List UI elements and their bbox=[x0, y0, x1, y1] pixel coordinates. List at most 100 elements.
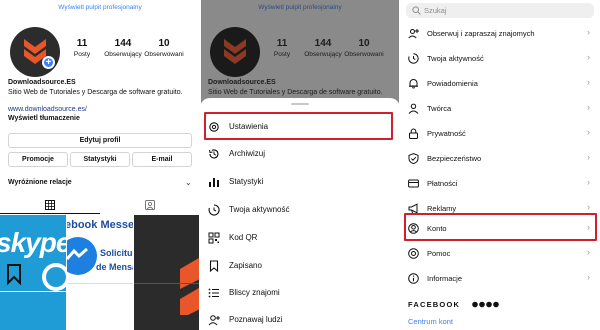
menu-item-label: Bliscy znajomi bbox=[229, 288, 280, 297]
chevron-right-icon: › bbox=[587, 202, 590, 212]
menu-item-insights[interactable]: Statystyki bbox=[200, 170, 400, 194]
menu-item-discover-people[interactable]: Poznawaj ludzi bbox=[200, 308, 400, 330]
menu-item-qr-code[interactable]: Kod QR bbox=[200, 226, 400, 250]
messenger-text-b: de Mensa bbox=[96, 262, 133, 272]
profile-bio: Sitio Web de Tutoriales y Descarga de so… bbox=[8, 89, 183, 96]
grid-icon bbox=[45, 200, 55, 210]
bookmark-icon bbox=[209, 260, 219, 272]
highlight-box bbox=[404, 213, 597, 241]
messenger-text-a: Solicitu bbox=[100, 248, 133, 258]
ghost-profile-bio: Sitio Web de Tutoriales y Descarga de so… bbox=[208, 89, 383, 96]
profile-name: Downloadsource.ES bbox=[8, 79, 76, 86]
ghost-top-link: Wyświetl pulpit profesjonalny bbox=[258, 4, 342, 11]
ghost-following-label: Obserwowani bbox=[344, 51, 384, 58]
settings-item-label: Obserwuj i zapraszaj znajomych bbox=[427, 29, 535, 38]
settings-item-creator[interactable]: Twórca › bbox=[400, 96, 600, 121]
professional-dashboard-link[interactable]: Wyświetl pulpit profesjonalny bbox=[0, 4, 200, 11]
chevron-right-icon: › bbox=[587, 152, 590, 162]
avatar[interactable] bbox=[10, 27, 60, 77]
post-thumbnail-messenger[interactable]: ebook Messe Solicitu de Mensa bbox=[67, 215, 133, 330]
grid-divider bbox=[66, 215, 67, 330]
ghost-profile-name: Downloadsource.ES bbox=[208, 79, 276, 86]
tab-grid[interactable] bbox=[0, 196, 100, 214]
qr-code-icon bbox=[208, 232, 220, 244]
settings-item-label: Powiadomienia bbox=[427, 79, 478, 88]
settings-item-follow-invite[interactable]: Obserwuj i zapraszaj znajomych › bbox=[400, 21, 600, 46]
settings-item-help[interactable]: Pomoc › bbox=[400, 241, 600, 266]
logo-fragment-icon bbox=[180, 257, 200, 315]
menu-item-close-friends[interactable]: Bliscy znajomi bbox=[200, 281, 400, 305]
story-highlights-label[interactable]: Wyróżnione relacje bbox=[8, 179, 72, 186]
following-label: Obserwowani bbox=[144, 51, 184, 58]
settings-item-label: Bezpieczeństwo bbox=[427, 154, 482, 163]
chevron-right-icon: › bbox=[587, 102, 590, 112]
logo-chevron-icon bbox=[224, 39, 246, 64]
menu-item-label: Kod QR bbox=[229, 233, 258, 242]
settings-item-about[interactable]: Informacje › bbox=[400, 266, 600, 291]
insights-button[interactable]: Statystyki bbox=[70, 152, 130, 167]
promotions-button[interactable]: Promocje bbox=[8, 152, 68, 167]
archive-icon bbox=[209, 149, 219, 159]
menu-item-archive[interactable]: Archiwizuj bbox=[200, 142, 400, 166]
settings-item-privacy[interactable]: Prywatność › bbox=[400, 121, 600, 146]
messenger-title-text: ebook Messe bbox=[67, 219, 133, 231]
activity-icon bbox=[208, 204, 220, 216]
help-icon bbox=[408, 248, 419, 259]
discover-people-icon bbox=[208, 315, 220, 326]
translate-link[interactable]: Wyświetl tłumaczenie bbox=[8, 115, 80, 122]
ghost-avatar bbox=[210, 27, 260, 77]
tagged-icon bbox=[145, 200, 155, 210]
following-count: 10 bbox=[158, 38, 170, 49]
profile-website-link[interactable]: www.downloadsource.es/ bbox=[8, 106, 87, 113]
grid-line bbox=[0, 291, 66, 292]
chevron-right-icon: › bbox=[587, 52, 590, 62]
insights-icon bbox=[209, 178, 219, 187]
chevron-down-icon[interactable]: ⌄ bbox=[185, 178, 192, 187]
accounts-center-link[interactable]: Centrum kont bbox=[408, 317, 453, 326]
settings-item-security[interactable]: Bezpieczeństwo › bbox=[400, 146, 600, 171]
sheet-grab-handle[interactable] bbox=[291, 103, 309, 105]
highlight-box bbox=[204, 112, 393, 140]
menu-item-label: Poznawaj ludzi bbox=[229, 315, 283, 324]
email-button[interactable]: E-mail bbox=[132, 152, 192, 167]
skype-logo-inner bbox=[46, 267, 66, 287]
shield-icon bbox=[408, 153, 419, 164]
edit-profile-button[interactable]: Edytuj profil bbox=[8, 133, 192, 148]
info-icon bbox=[408, 273, 419, 284]
settings-item-label: Płatności bbox=[427, 179, 458, 188]
messenger-bolt-icon bbox=[67, 247, 88, 260]
chevron-right-icon: › bbox=[587, 77, 590, 87]
settings-item-activity[interactable]: Twoja aktywność › bbox=[400, 46, 600, 71]
settings-item-label: Reklamy bbox=[427, 204, 457, 213]
bell-icon bbox=[409, 79, 418, 89]
following-stat[interactable]: 10 Obserwowani bbox=[139, 38, 189, 58]
search-input[interactable]: Szukaj bbox=[424, 6, 447, 15]
profile-panel: Wyświetl pulpit profesjonalny + 11 Posty… bbox=[0, 0, 200, 330]
tab-tagged[interactable] bbox=[100, 196, 200, 214]
chevron-right-icon: › bbox=[587, 247, 590, 257]
settings-item-label: Pomoc bbox=[427, 249, 451, 258]
settings-item-label: Informacje bbox=[427, 274, 463, 283]
settings-item-payments[interactable]: Płatności › bbox=[400, 171, 600, 196]
menu-item-saved[interactable]: Zapisano bbox=[200, 254, 400, 278]
settings-item-notifications[interactable]: Powiadomienia › bbox=[400, 71, 600, 96]
post-thumbnail-logo[interactable] bbox=[134, 215, 200, 330]
search-icon bbox=[412, 6, 421, 15]
menu-panel: Wyświetl pulpit profesjonalny 11 Posty 1… bbox=[200, 0, 400, 330]
grid-line bbox=[134, 283, 200, 284]
menu-item-activity[interactable]: Twoja aktywność bbox=[200, 198, 400, 222]
meta-apps-icons bbox=[472, 301, 502, 310]
search-bar[interactable]: Szukaj bbox=[406, 3, 594, 18]
post-thumbnail-skype[interactable]: skype bbox=[0, 215, 66, 330]
chevron-right-icon: › bbox=[587, 27, 590, 37]
logo-chevron-icon bbox=[24, 39, 46, 64]
close-friends-icon bbox=[208, 288, 219, 298]
add-story-icon[interactable]: + bbox=[42, 56, 55, 69]
ghost-following-count: 10 bbox=[358, 38, 370, 49]
app-logos-icon bbox=[472, 301, 499, 308]
menu-item-label: Statystyki bbox=[229, 177, 264, 186]
panel-divider bbox=[399, 0, 401, 330]
profile-tabs bbox=[0, 196, 200, 214]
menu-item-label: Archiwizuj bbox=[229, 149, 266, 158]
facebook-heading: FACEBOOK bbox=[408, 300, 461, 309]
